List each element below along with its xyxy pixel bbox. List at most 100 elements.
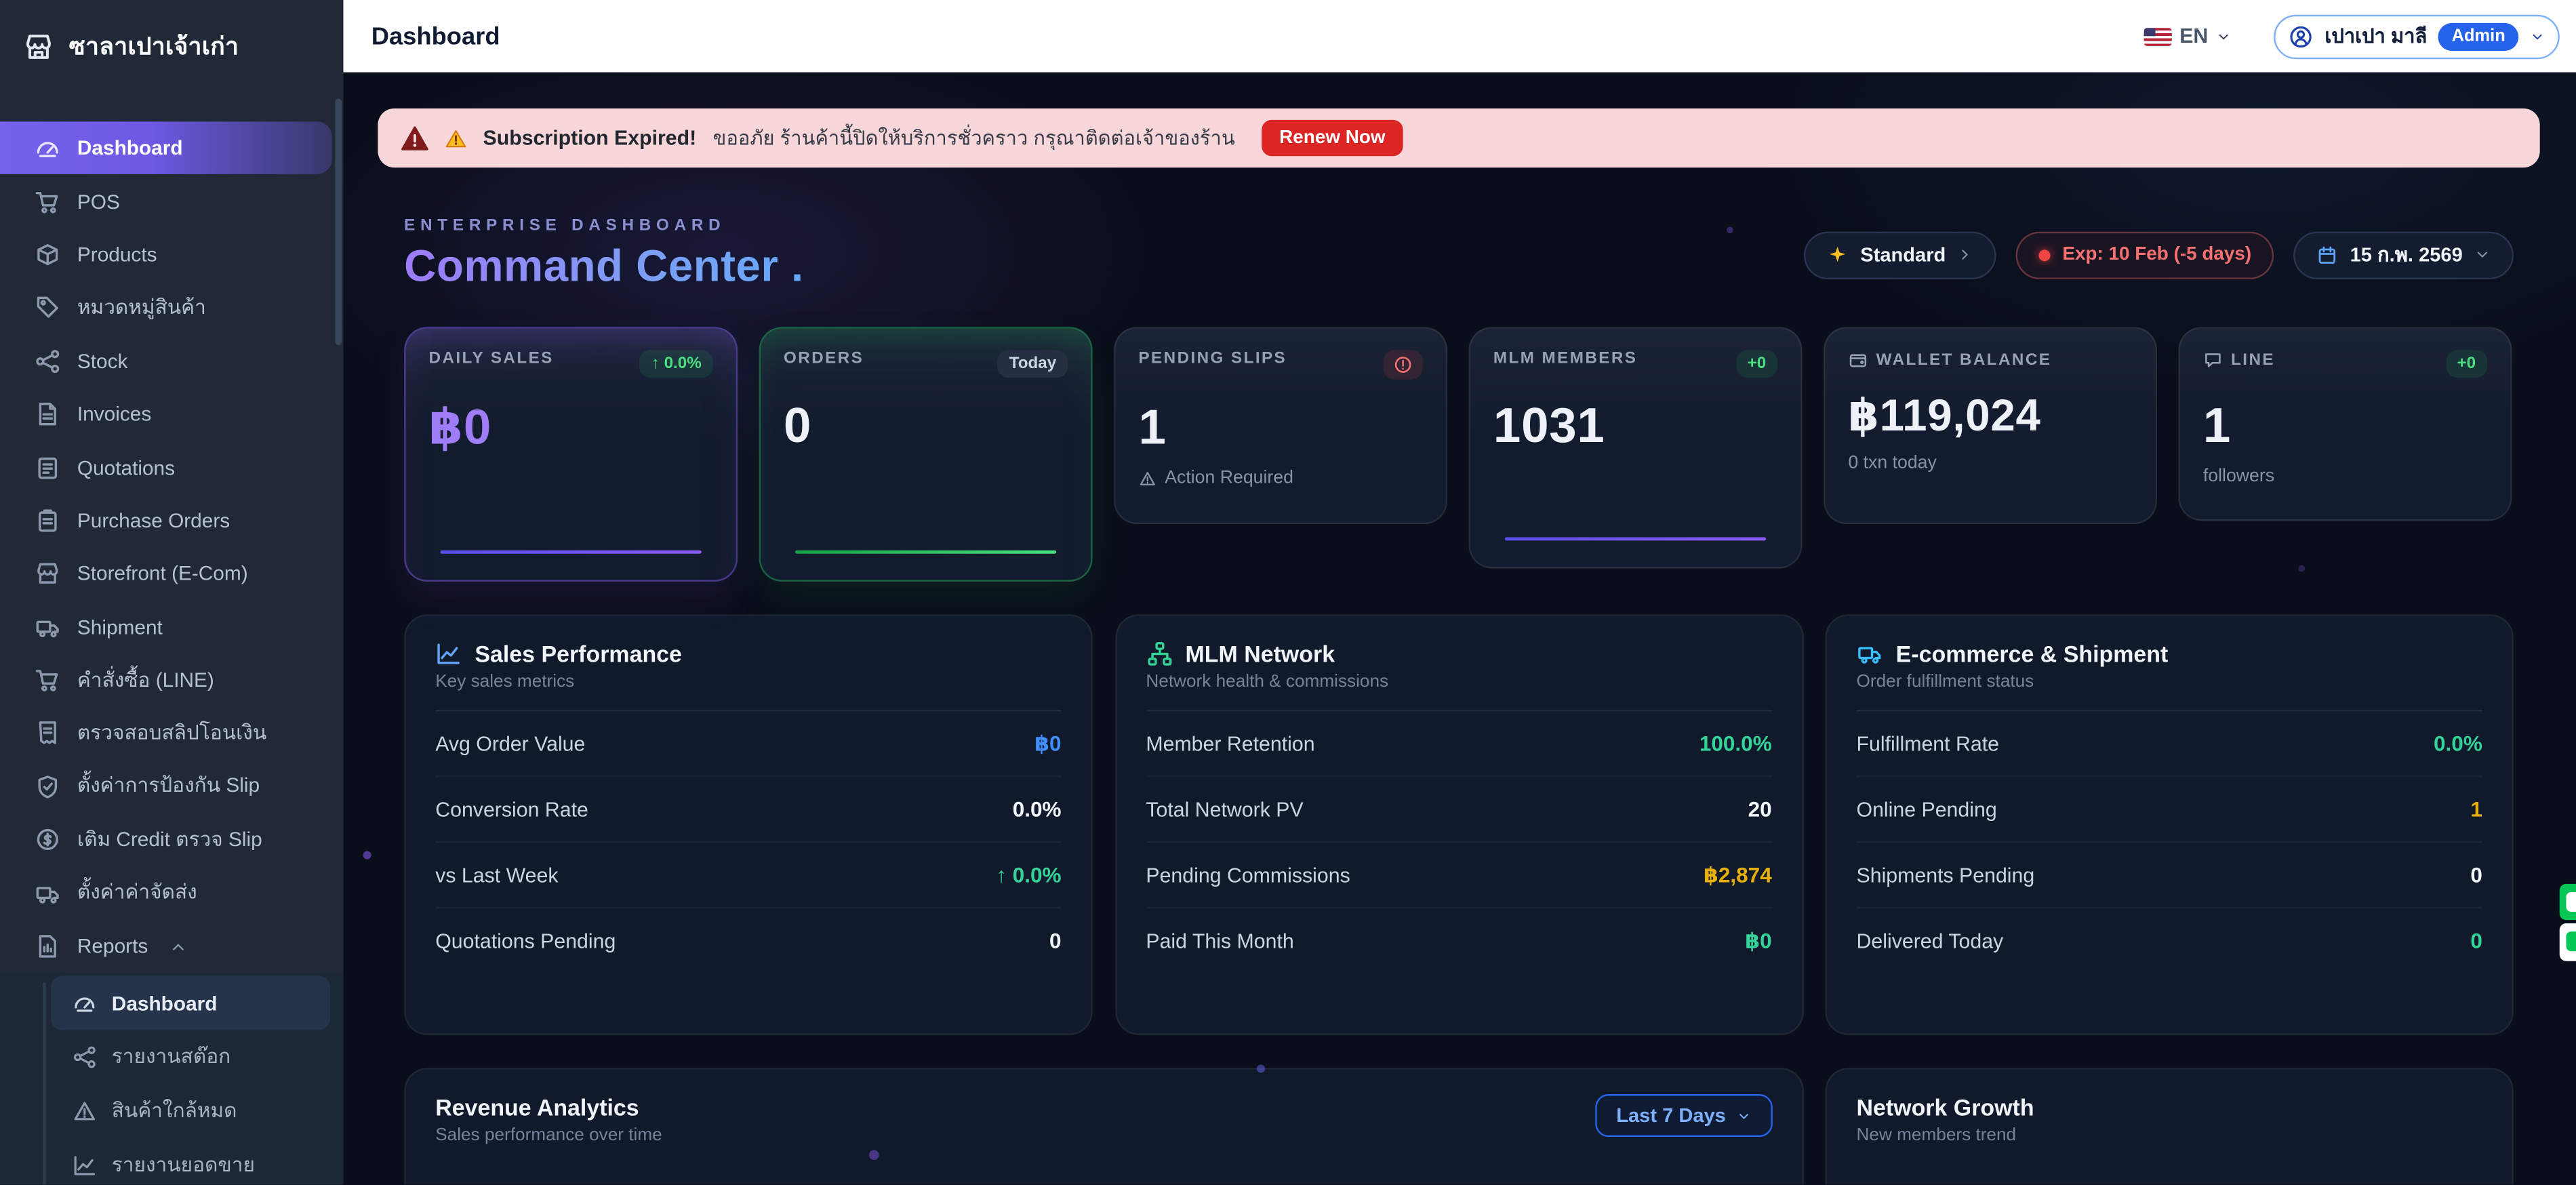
main-content: Subscription Expired! ขออภัย ร้านค้านี้ป…	[344, 73, 2576, 1185]
sidebar-item-label: เติม Credit ตรวจ Slip	[77, 824, 262, 856]
kpi-row: DAILY SALES ↑ 0.0% ฿0 ORDERS Today 0	[404, 327, 2514, 582]
sidebar-scrollbar[interactable]	[335, 98, 340, 345]
metric-label: vs Last Week	[435, 864, 558, 887]
submenu-item-stock-report[interactable]: รายงานสต๊อก	[51, 1030, 330, 1085]
sidebar-item-slip-verify[interactable]: ตรวจสอบสลิปโอนเงิน	[0, 707, 344, 760]
sidebar-nav: Dashboard POS Products หมวดหมู่สินค้า St…	[0, 94, 344, 1185]
chart-line-icon	[435, 641, 462, 667]
sidebar-item-slip-protection[interactable]: ตั้งค่าการป้องกัน Slip	[0, 760, 344, 813]
metric-label: Shipments Pending	[1857, 864, 2035, 887]
chat-icon	[2203, 350, 2223, 369]
kpi-card-daily-sales[interactable]: DAILY SALES ↑ 0.0% ฿0	[404, 327, 738, 582]
metric-value: ↑ 0.0%	[996, 862, 1061, 887]
kpi-value: 1	[2203, 399, 2487, 455]
sidebar-item-label: Reports	[77, 935, 148, 958]
date-range-dropdown[interactable]: Last 7 Days	[1595, 1094, 1772, 1137]
metric-label: Conversion Rate	[435, 798, 588, 821]
kpi-subtext: followers	[2203, 466, 2487, 486]
sidebar-item-label: ตั้งค่าการป้องกัน Slip	[77, 771, 260, 803]
submenu-item-dashboard[interactable]: Dashboard	[51, 976, 330, 1030]
date-label: 15 ก.พ. 2569	[2350, 239, 2463, 270]
sidebar-item-shipping-settings[interactable]: ตั้งค่าค่าจัดส่ง	[0, 866, 344, 919]
sidebar-item-pos[interactable]: POS	[0, 175, 344, 228]
nodes-icon	[35, 348, 61, 374]
sales-performance-panel: Sales Performance Key sales metrics Avg …	[404, 614, 1092, 1035]
kpi-card-orders[interactable]: ORDERS Today 0	[759, 327, 1093, 582]
revenue-titles: Revenue Analytics Sales performance over…	[435, 1094, 662, 1145]
renew-now-button[interactable]: Renew Now	[1262, 120, 1404, 156]
metric-label: Online Pending	[1857, 798, 1997, 821]
accent-underline	[795, 550, 1056, 554]
alert-badge	[1384, 350, 1423, 380]
kpi-value: 0	[784, 399, 1068, 455]
sidebar-item-invoices[interactable]: Invoices	[0, 388, 344, 441]
metric-value: 1	[2470, 797, 2482, 821]
brand[interactable]: ซาลาเปาเจ้าเก่า	[0, 0, 344, 94]
sidebar-item-stock[interactable]: Stock	[0, 334, 344, 387]
kpi-card-line-followers[interactable]: LINE +0 1 followers	[2179, 327, 2512, 521]
kpi-label: WALLET BALANCE	[1848, 350, 2051, 369]
sidebar-item-products[interactable]: Products	[0, 228, 344, 281]
sidebar-item-label: Invoices	[77, 403, 151, 426]
user-menu[interactable]: เปาเปา มาลี Admin	[2274, 14, 2559, 58]
kpi-card-mlm-members[interactable]: MLM MEMBERS +0 1031	[1469, 327, 1803, 568]
hero-eyebrow: ENTERPRISE DASHBOARD	[404, 217, 803, 235]
metric-value: 0	[2470, 862, 2482, 887]
date-picker-button[interactable]: 15 ก.พ. 2569	[2294, 230, 2514, 278]
cart-icon	[35, 188, 61, 215]
chevron-down-icon	[2530, 28, 2545, 43]
chevron-down-icon	[2216, 28, 2231, 43]
hero-titles: ENTERPRISE DASHBOARD Command Center .	[404, 217, 803, 292]
metric-value: 0	[2470, 928, 2482, 952]
kpi-card-pending-slips[interactable]: PENDING SLIPS 1 Action Required	[1114, 327, 1447, 524]
sidebar-item-label: Quotations	[77, 456, 175, 479]
metric-row: Conversion Rate 0.0%	[435, 776, 1061, 841]
language-selector[interactable]: EN	[2144, 24, 2231, 47]
particle-dot	[2298, 565, 2305, 572]
sidebar-item-shipment[interactable]: Shipment	[0, 601, 344, 654]
invoice-icon	[35, 401, 61, 428]
expiry-label: Exp: 10 Feb (-5 days)	[2062, 245, 2251, 264]
us-flag-icon	[2144, 27, 2171, 45]
sidebar-item-categories[interactable]: หมวดหมู่สินค้า	[0, 281, 344, 334]
hero-controls: Standard Exp: 10 Feb (-5 days) 15 ก.พ. 2…	[1805, 230, 2514, 278]
sidebar-item-credit-topup[interactable]: เติม Credit ตรวจ Slip	[0, 814, 344, 866]
sidebar-item-purchase-orders[interactable]: Purchase Orders	[0, 494, 344, 547]
line-add-friend-widget[interactable]	[2560, 884, 2576, 961]
user-circle-icon	[2289, 24, 2313, 48]
panel-subtitle: Key sales metrics	[435, 672, 1061, 691]
plan-label: Standard	[1860, 243, 1946, 266]
metric-value: ฿0	[1034, 730, 1061, 757]
dashboard-body: ENTERPRISE DASHBOARD Command Center . St…	[404, 217, 2514, 1185]
sidebar-item-label: Dashboard	[77, 137, 183, 160]
sidebar-item-label: ตั้งค่าค่าจัดส่ง	[77, 878, 197, 909]
accent-underline	[440, 550, 701, 554]
submenu-item-label: รายงานยอดขาย	[112, 1150, 255, 1182]
submenu-item-low-stock[interactable]: สินค้าใกล้หมด	[51, 1085, 330, 1139]
sidebar-item-line-orders[interactable]: คำสั่งซื้อ (LINE)	[0, 654, 344, 706]
kpi-value: ฿119,024	[1848, 391, 2132, 442]
sidebar-item-quotations[interactable]: Quotations	[0, 441, 344, 494]
metric-row: Paid This Month ฿0	[1146, 907, 1771, 973]
expiry-badge[interactable]: Exp: 10 Feb (-5 days)	[2017, 230, 2275, 278]
clipboard-icon	[35, 508, 61, 534]
sidebar-item-label: Storefront (E-Com)	[77, 563, 248, 586]
kpi-value: 1031	[1493, 399, 1777, 455]
kpi-label-text: LINE	[2231, 350, 2275, 369]
receipt-icon	[35, 721, 61, 747]
metric-panels-row: Sales Performance Key sales metrics Avg …	[404, 614, 2514, 1035]
sitemap-icon	[1146, 641, 1172, 667]
sidebar-item-label: Stock	[77, 350, 128, 373]
particle-dot	[869, 1150, 879, 1160]
top-bar: Dashboard EN เปาเปา มาลี Admin	[344, 0, 2576, 73]
submenu-item-sales-report[interactable]: รายงานยอดขาย	[51, 1139, 330, 1185]
kpi-label: ORDERS	[784, 350, 864, 368]
panel-title: E-commerce & Shipment	[1896, 641, 2169, 667]
plan-badge-button[interactable]: Standard	[1805, 230, 1997, 278]
metric-label: Delivered Today	[1857, 929, 2004, 952]
sidebar-item-storefront[interactable]: Storefront (E-Com)	[0, 547, 344, 600]
metric-value: ฿0	[1745, 927, 1771, 954]
sidebar-item-dashboard[interactable]: Dashboard	[0, 121, 332, 174]
kpi-card-wallet-balance[interactable]: WALLET BALANCE ฿119,024 0 txn today	[1824, 327, 2157, 524]
sidebar-item-reports[interactable]: Reports	[0, 920, 344, 973]
